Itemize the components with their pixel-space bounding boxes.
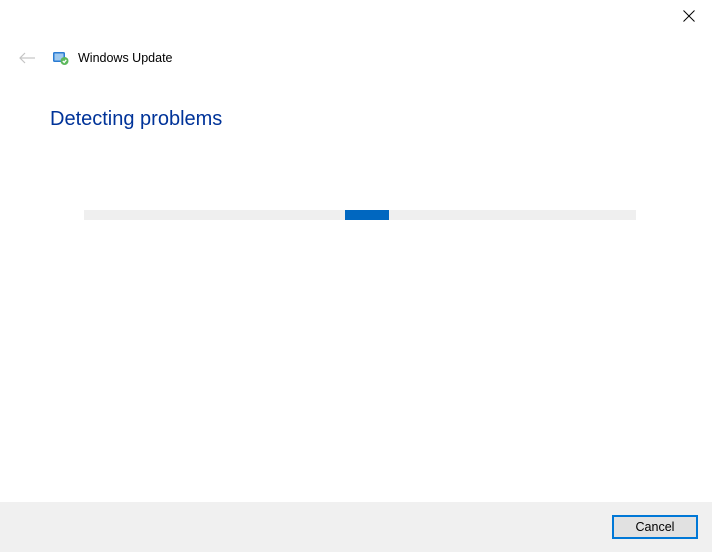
page-heading: Detecting problems (50, 108, 222, 131)
close-icon (683, 10, 695, 22)
app-title: Windows Update (78, 51, 173, 65)
header: Windows Update (18, 50, 694, 66)
arrow-left-icon (18, 51, 36, 65)
progress-bar (84, 210, 636, 220)
progress-indicator (345, 210, 389, 220)
titlebar (666, 0, 712, 32)
title-group: Windows Update (52, 50, 173, 66)
cancel-button[interactable]: Cancel (612, 515, 698, 539)
back-button (18, 51, 36, 65)
footer: Cancel (0, 502, 712, 552)
close-button[interactable] (666, 0, 712, 32)
windows-update-icon (52, 50, 70, 66)
cancel-button-label: Cancel (636, 520, 675, 534)
